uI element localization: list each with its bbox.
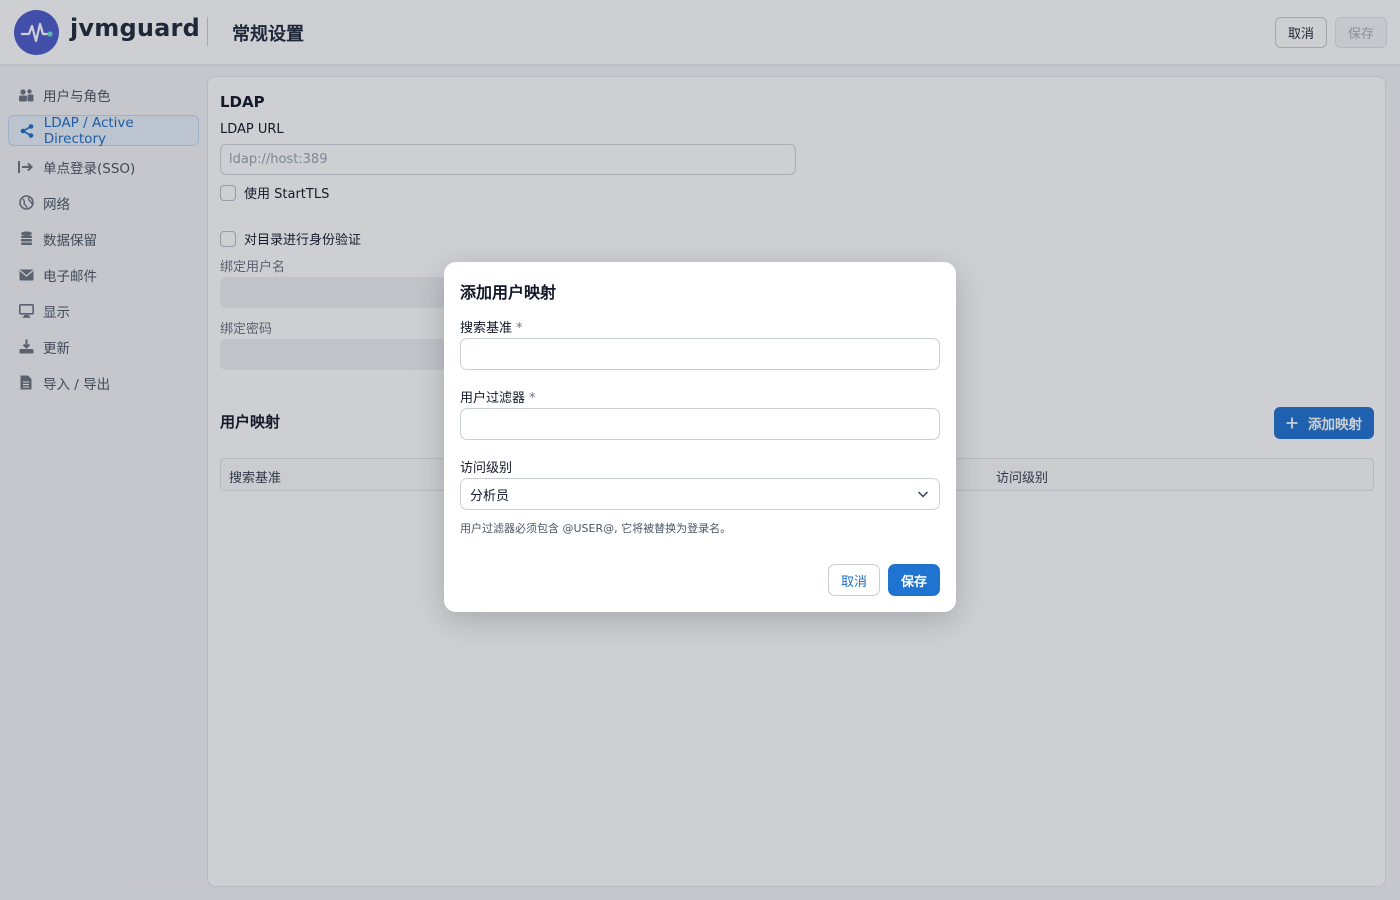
chevron-down-icon [917,488,929,504]
user-filter-hint: 用户过滤器必须包含 @USER@, 它将被替换为登录名。 [460,522,732,535]
access-level-value: 分析员 [470,488,510,504]
dialog-title: 添加用户映射 [460,283,557,302]
dialog-save-button[interactable]: 保存 [888,564,940,596]
search-base-label: 搜索基准 * [460,317,523,336]
user-filter-input[interactable] [460,408,940,440]
required-mark: * [529,391,536,406]
add-user-mapping-dialog: 添加用户映射 搜索基准 * 用户过滤器 * 访问级别 分析员 用户过滤器必须包含 @… [444,262,956,612]
search-base-input[interactable] [460,338,940,370]
user-filter-label: 用户过滤器 * [460,387,536,406]
required-mark: * [516,321,523,336]
access-level-label: 访问级别 [460,461,513,476]
access-level-select[interactable]: 分析员 [460,478,940,510]
user-filter-label-text: 用户过滤器 [460,391,526,406]
dialog-cancel-button[interactable]: 取消 [828,564,880,596]
search-base-label-text: 搜索基准 [460,321,513,336]
